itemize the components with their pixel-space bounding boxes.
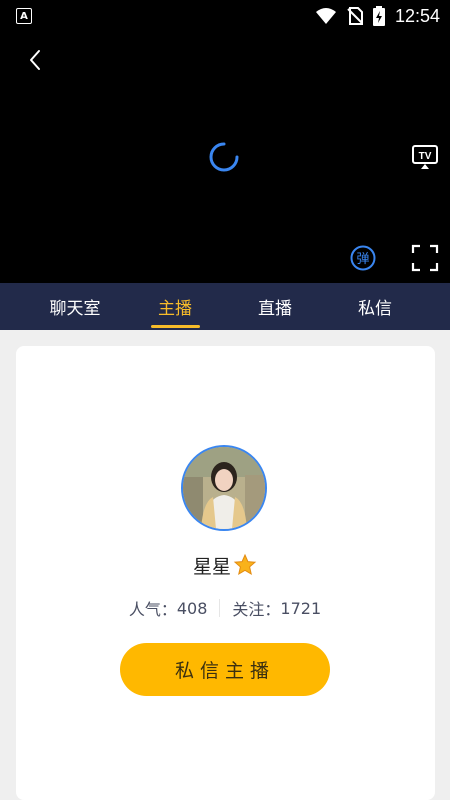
followers-label: 关注： xyxy=(232,600,281,619)
loading-spinner-icon xyxy=(209,142,239,172)
battery-charging-icon xyxy=(372,6,385,26)
popularity-label: 人气： xyxy=(128,600,177,619)
wifi-icon xyxy=(315,8,336,24)
tab-anchor[interactable]: 主播 xyxy=(125,283,225,330)
tv-cast-button[interactable]: TV xyxy=(411,144,439,170)
tab-bar: 聊天室 主播 直播 私信 xyxy=(0,283,450,330)
tab-chatroom[interactable]: 聊天室 xyxy=(25,283,125,330)
video-player[interactable]: TV 弹 xyxy=(0,32,450,283)
status-time: 12:54 xyxy=(394,5,440,26)
tab-private-message[interactable]: 私信 xyxy=(325,283,425,330)
status-icons: 12:54 xyxy=(315,5,440,27)
danmu-toggle-button[interactable]: 弹 xyxy=(350,245,376,271)
anchor-name: 星星 xyxy=(192,555,231,578)
anchor-stats: 人气： 408 关注： 1721 xyxy=(0,595,450,621)
chevron-left-icon[interactable] xyxy=(24,48,48,72)
app-notification-icon: A xyxy=(16,8,32,24)
danmu-label: 弹 xyxy=(356,252,369,267)
no-sim-icon xyxy=(347,7,363,25)
avatar[interactable] xyxy=(181,445,267,531)
status-bar: A 12:54 xyxy=(0,0,450,32)
anchor-name-row: 星星 xyxy=(0,550,450,580)
stats-divider xyxy=(219,599,221,617)
message-anchor-button[interactable]: 私信主播 xyxy=(120,643,330,696)
fullscreen-icon[interactable] xyxy=(410,243,440,273)
active-tab-indicator xyxy=(151,325,200,328)
popularity-value: 408 xyxy=(176,598,208,618)
tab-live[interactable]: 直播 xyxy=(225,283,325,330)
tv-label: TV xyxy=(419,151,432,162)
star-icon xyxy=(233,553,257,576)
avatar-photo xyxy=(183,447,265,529)
danmu-toggle-icon: 弹 xyxy=(350,245,376,271)
followers-value: 1721 xyxy=(280,598,322,618)
tv-cast-icon: TV xyxy=(412,145,438,169)
